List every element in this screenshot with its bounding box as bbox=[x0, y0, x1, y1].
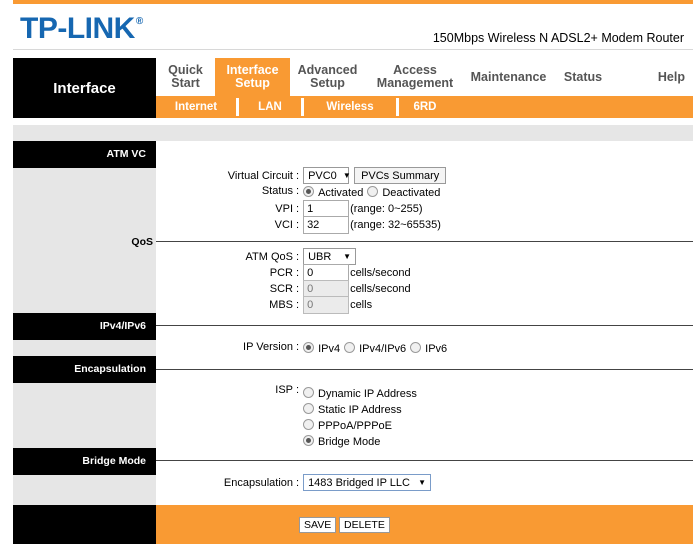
isp-option-bridge[interactable]: Bridge Mode bbox=[303, 434, 380, 448]
separator: : bbox=[296, 476, 300, 489]
footer-bar bbox=[156, 505, 693, 544]
tab-advanced-setup[interactable]: Advanced Setup bbox=[290, 58, 365, 96]
radio-dynamic-ip[interactable] bbox=[303, 386, 314, 398]
section-divider bbox=[156, 460, 693, 461]
vci-input[interactable] bbox=[303, 216, 350, 234]
atm-qos-select[interactable]: UBR ▼ bbox=[303, 248, 357, 265]
model-name: 150Mbps Wireless N ADSL2+ Modem Router bbox=[432, 31, 684, 45]
radio-deactivated[interactable] bbox=[367, 185, 379, 197]
atm-qos-row: ATM QoS : UBR ▼ bbox=[240, 248, 357, 265]
footer-left bbox=[13, 505, 156, 544]
ip-option-ipv4[interactable]: IPv4 bbox=[303, 341, 340, 355]
virtual-circuit-select[interactable]: PVC0 ▼ bbox=[303, 167, 351, 184]
section-qos: QoS bbox=[131, 236, 153, 248]
subtab-internet[interactable]: Internet bbox=[156, 101, 236, 113]
registered-mark: ® bbox=[135, 16, 143, 27]
radio-pppoa-pppoe[interactable] bbox=[303, 418, 314, 430]
scr-label: SCR bbox=[269, 283, 293, 295]
tab-status[interactable]: Status bbox=[552, 58, 614, 96]
section-encapsulation: Encapsulation bbox=[13, 356, 156, 383]
tab-access-management[interactable]: Access Management bbox=[365, 58, 465, 96]
separator: : bbox=[296, 341, 300, 353]
status-row: Status : Activated Deactivated bbox=[255, 185, 444, 199]
spacer-strip bbox=[13, 125, 693, 141]
ip-option-ipv4-ipv6[interactable]: IPv4/IPv6 bbox=[344, 341, 406, 355]
subtab-lan[interactable]: LAN bbox=[239, 101, 301, 113]
isp-option-static[interactable]: Static IP Address bbox=[303, 402, 402, 416]
separator: : bbox=[296, 283, 300, 295]
chevron-down-icon: ▼ bbox=[342, 171, 351, 180]
vci-row: VCI : (range: 32~65535) bbox=[255, 216, 441, 234]
tab-quick-start[interactable]: Quick Start bbox=[156, 58, 215, 96]
delete-button[interactable]: DELETE bbox=[339, 517, 390, 533]
mbs-input bbox=[303, 296, 350, 314]
pcr-unit: cells/second bbox=[350, 267, 411, 279]
radio-ipv4-ipv6[interactable] bbox=[344, 341, 356, 353]
virtual-circuit-label: Virtual Circuit bbox=[227, 169, 293, 182]
top-accent-bar bbox=[13, 0, 693, 4]
isp-label: ISP bbox=[275, 384, 293, 396]
status-label: Status bbox=[261, 185, 293, 197]
radio-ipv4[interactable] bbox=[303, 341, 315, 353]
vpi-label: VPI bbox=[275, 203, 293, 215]
atm-qos-label: ATM QoS bbox=[245, 250, 293, 263]
nav-section-title: Interface bbox=[13, 58, 156, 118]
separator: : bbox=[296, 299, 300, 311]
status-activated-option[interactable]: Activated bbox=[303, 185, 363, 199]
isp-option-dynamic[interactable]: Dynamic IP Address bbox=[303, 386, 417, 400]
encapsulation-label: Encapsulation bbox=[223, 476, 293, 489]
mbs-unit: cells bbox=[350, 299, 373, 311]
radio-static-ip[interactable] bbox=[303, 402, 314, 414]
ip-version-label: IP Version bbox=[243, 341, 293, 353]
tab-maintenance[interactable]: Maintenance bbox=[465, 58, 552, 96]
separator: : bbox=[296, 203, 300, 215]
save-button[interactable]: SAVE bbox=[299, 517, 337, 533]
isp-row: ISP : bbox=[255, 384, 303, 396]
vci-range: (range: 32~65535) bbox=[350, 219, 441, 231]
mbs-label: MBS bbox=[269, 299, 293, 311]
tp-link-logo: TP-LINK® bbox=[20, 12, 143, 46]
virtual-circuit-row: Virtual Circuit : PVC0 ▼ PVCs Summary bbox=[225, 167, 447, 184]
scr-unit: cells/second bbox=[350, 283, 411, 295]
ip-version-row: IP Version : IPv4 IPv4/IPv6 IPv6 bbox=[240, 341, 451, 355]
radio-bridge-mode[interactable] bbox=[303, 434, 314, 446]
section-divider bbox=[156, 369, 693, 370]
chevron-down-icon: ▼ bbox=[343, 252, 352, 261]
separator: : bbox=[296, 219, 300, 231]
bridge-encapsulation-row: Encapsulation : 1483 Bridged IP LLC ▼ bbox=[220, 474, 432, 491]
isp-option-pppoe[interactable]: PPPoA/PPPoE bbox=[303, 418, 392, 432]
header-divider bbox=[13, 49, 693, 50]
tab-interface-setup[interactable]: Interface Setup bbox=[215, 58, 290, 96]
separator: : bbox=[296, 384, 300, 396]
vci-label: VCI bbox=[274, 219, 293, 231]
separator: : bbox=[296, 169, 300, 182]
main-nav: Quick Start Interface Setup Advanced Setup … bbox=[156, 58, 693, 96]
encapsulation-select[interactable]: 1483 Bridged IP LLC ▼ bbox=[303, 474, 432, 491]
ip-option-ipv6[interactable]: IPv6 bbox=[410, 341, 447, 355]
subtab-6rd[interactable]: 6RD bbox=[399, 101, 451, 113]
chevron-down-icon: ▼ bbox=[418, 478, 427, 487]
vpi-range: (range: 0~255) bbox=[350, 203, 423, 215]
section-atm-vc: ATM VC bbox=[13, 141, 156, 168]
section-divider bbox=[156, 241, 693, 242]
logo-text: TP-LINK bbox=[20, 12, 135, 45]
radio-ipv6[interactable] bbox=[410, 341, 422, 353]
tab-help[interactable]: Help bbox=[614, 58, 693, 96]
radio-activated[interactable] bbox=[303, 185, 315, 197]
section-bridge-mode: Bridge Mode bbox=[13, 448, 156, 475]
section-ipv4-ipv6: IPv4/IPv6 bbox=[13, 313, 156, 340]
separator: : bbox=[296, 250, 300, 263]
subtab-wireless[interactable]: Wireless bbox=[304, 101, 396, 113]
status-deactivated-option[interactable]: Deactivated bbox=[367, 185, 440, 199]
section-divider bbox=[156, 325, 693, 326]
pvcs-summary-button[interactable]: PVCs Summary bbox=[354, 167, 447, 184]
separator: : bbox=[296, 267, 300, 279]
separator: : bbox=[296, 185, 300, 197]
sub-nav: Internet LAN Wireless 6RD bbox=[156, 96, 693, 118]
pcr-label: PCR bbox=[269, 267, 293, 279]
mbs-row: MBS : cells bbox=[255, 296, 372, 314]
